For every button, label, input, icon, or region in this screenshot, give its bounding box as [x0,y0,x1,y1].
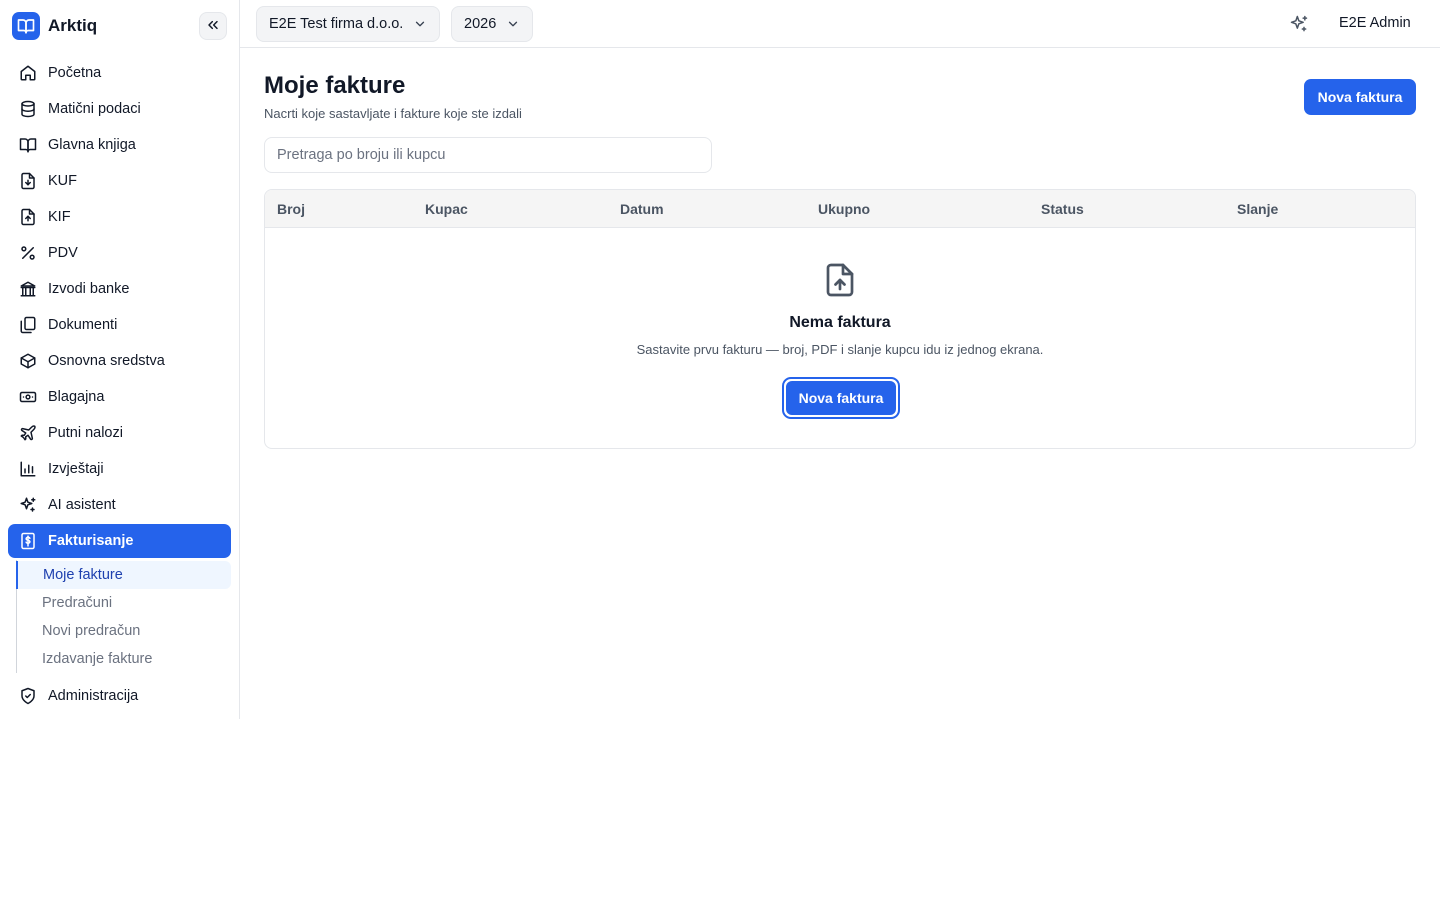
sidebar-item-label: KUF [48,173,77,189]
sidebar-item-label: Dokumenti [48,317,118,333]
sidebar-item-label: PDV [48,245,78,261]
subnav-item-izdavanje-fakture[interactable]: Izdavanje fakture [16,645,231,673]
database-icon [19,100,37,118]
sidebar-item-label: Matični podaci [48,101,141,117]
sidebar-item-kif[interactable]: KIF [8,200,231,234]
sidebar-item-label: Izvodi banke [48,281,130,297]
focus-ring: Nova faktura [782,377,900,419]
table-header: Broj Kupac Datum Ukupno Status Slanje [265,190,1415,228]
sidebar-item-label: Početna [48,65,102,81]
sidebar-item-osnovna-sredstva[interactable]: Osnovna sredstva [8,344,231,378]
empty-state: Nema faktura Sastavite prvu fakturu — br… [265,228,1415,448]
sidebar-item-label: AI asistent [48,497,116,513]
collapse-sidebar-button[interactable] [199,12,227,40]
plane-icon [19,424,37,442]
file-download-icon [19,172,37,190]
sidebar-item-putni-nalozi[interactable]: Putni nalozi [8,416,231,450]
bar-chart-icon [19,460,37,478]
column-header-slanje[interactable]: Slanje [1237,201,1278,217]
ai-sparkles-icon[interactable] [1289,14,1309,34]
sidebar-item-dokumenti[interactable]: Dokumenti [8,308,231,342]
invoice-dollar-icon [19,532,37,550]
sidebar-item-maticni-podaci[interactable]: Matični podaci [8,92,231,126]
sparkles-icon [19,496,37,514]
column-header-status[interactable]: Status [1041,201,1084,217]
new-invoice-button[interactable]: Nova faktura [1304,79,1416,115]
sidebar-item-fakturisanje[interactable]: Fakturisanje [8,524,231,558]
invoices-table: Broj Kupac Datum Ukupno Status Slanje Ne… [264,189,1416,449]
sidebar-item-pdv[interactable]: PDV [8,236,231,270]
sidebar-item-izvodi-banke[interactable]: Izvodi banke [8,272,231,306]
column-header-broj[interactable]: Broj [277,201,305,217]
sidebar-item-glavna-knjiga[interactable]: Glavna knjiga [8,128,231,162]
year-select-value: 2026 [464,16,497,32]
box-icon [19,352,37,370]
sidebar-item-administracija[interactable]: Administracija [8,679,231,713]
user-menu[interactable]: E2E Admin [1339,15,1411,31]
sidebar-item-izvjestaji[interactable]: Izvještaji [8,452,231,486]
shield-check-icon [19,687,37,705]
file-upload-icon [822,261,858,299]
empty-state-description: Sastavite prvu fakturu — broj, PDF i sla… [636,342,1044,357]
subnav-item-predracuni[interactable]: Predračuni [16,589,231,617]
home-icon [19,64,37,82]
sidebar-item-kuf[interactable]: KUF [8,164,231,198]
year-select[interactable]: 2026 [451,6,534,42]
sidebar: Arktiq Početna Matični podaci Glavna knj… [0,0,240,719]
subnav-item-novi-predracun[interactable]: Novi predračun [16,617,231,645]
sidebar-item-pocetna[interactable]: Početna [8,56,231,90]
page-subtitle: Nacrti koje sastavljate i fakture koje s… [264,106,522,121]
brand-name: Arktiq [48,16,98,35]
chevron-down-icon [506,17,520,31]
column-header-datum[interactable]: Datum [620,201,664,217]
sidebar-item-label: Administracija [48,688,139,704]
book-open-logo-icon [12,12,40,40]
sidebar-item-label: Glavna knjiga [48,137,136,153]
sidebar-item-ai-asistent[interactable]: AI asistent [8,488,231,522]
sidebar-item-label: Fakturisanje [48,533,134,549]
column-header-ukupno[interactable]: Ukupno [818,201,870,217]
cash-icon [19,388,37,406]
sidebar-item-blagajna[interactable]: Blagajna [8,380,231,414]
topbar: E2E Test firma d.o.o. 2026 E2E Admin [240,0,1440,48]
column-header-kupac[interactable]: Kupac [425,201,468,217]
sidebar-item-label: Osnovna sredstva [48,353,165,369]
search-input[interactable] [264,137,712,173]
percent-icon [19,244,37,262]
empty-state-title: Nema faktura [789,314,891,331]
brand[interactable]: Arktiq [12,12,97,40]
sidebar-item-label: KIF [48,209,71,225]
sidebar-item-label: Putni nalozi [48,425,123,441]
chevron-down-icon [413,17,427,31]
company-select-value: E2E Test firma d.o.o. [269,16,404,32]
chevrons-left-icon [205,17,221,36]
empty-new-invoice-button[interactable]: Nova faktura [786,381,896,415]
file-upload-icon [19,208,37,226]
sidebar-item-label: Blagajna [48,389,105,405]
sidebar-nav: Početna Matični podaci Glavna knjiga KUF… [8,56,231,715]
company-select[interactable]: E2E Test firma d.o.o. [256,6,441,42]
page-title: Moje fakture [264,72,406,99]
fakturisanje-subnav: Moje fakture Predračuni Novi predračun I… [16,560,231,673]
subnav-item-moje-fakture[interactable]: Moje fakture [16,561,231,589]
book-open-icon [19,136,37,154]
documents-icon [19,316,37,334]
bank-icon [19,280,37,298]
sidebar-item-label: Izvještaji [48,461,104,477]
